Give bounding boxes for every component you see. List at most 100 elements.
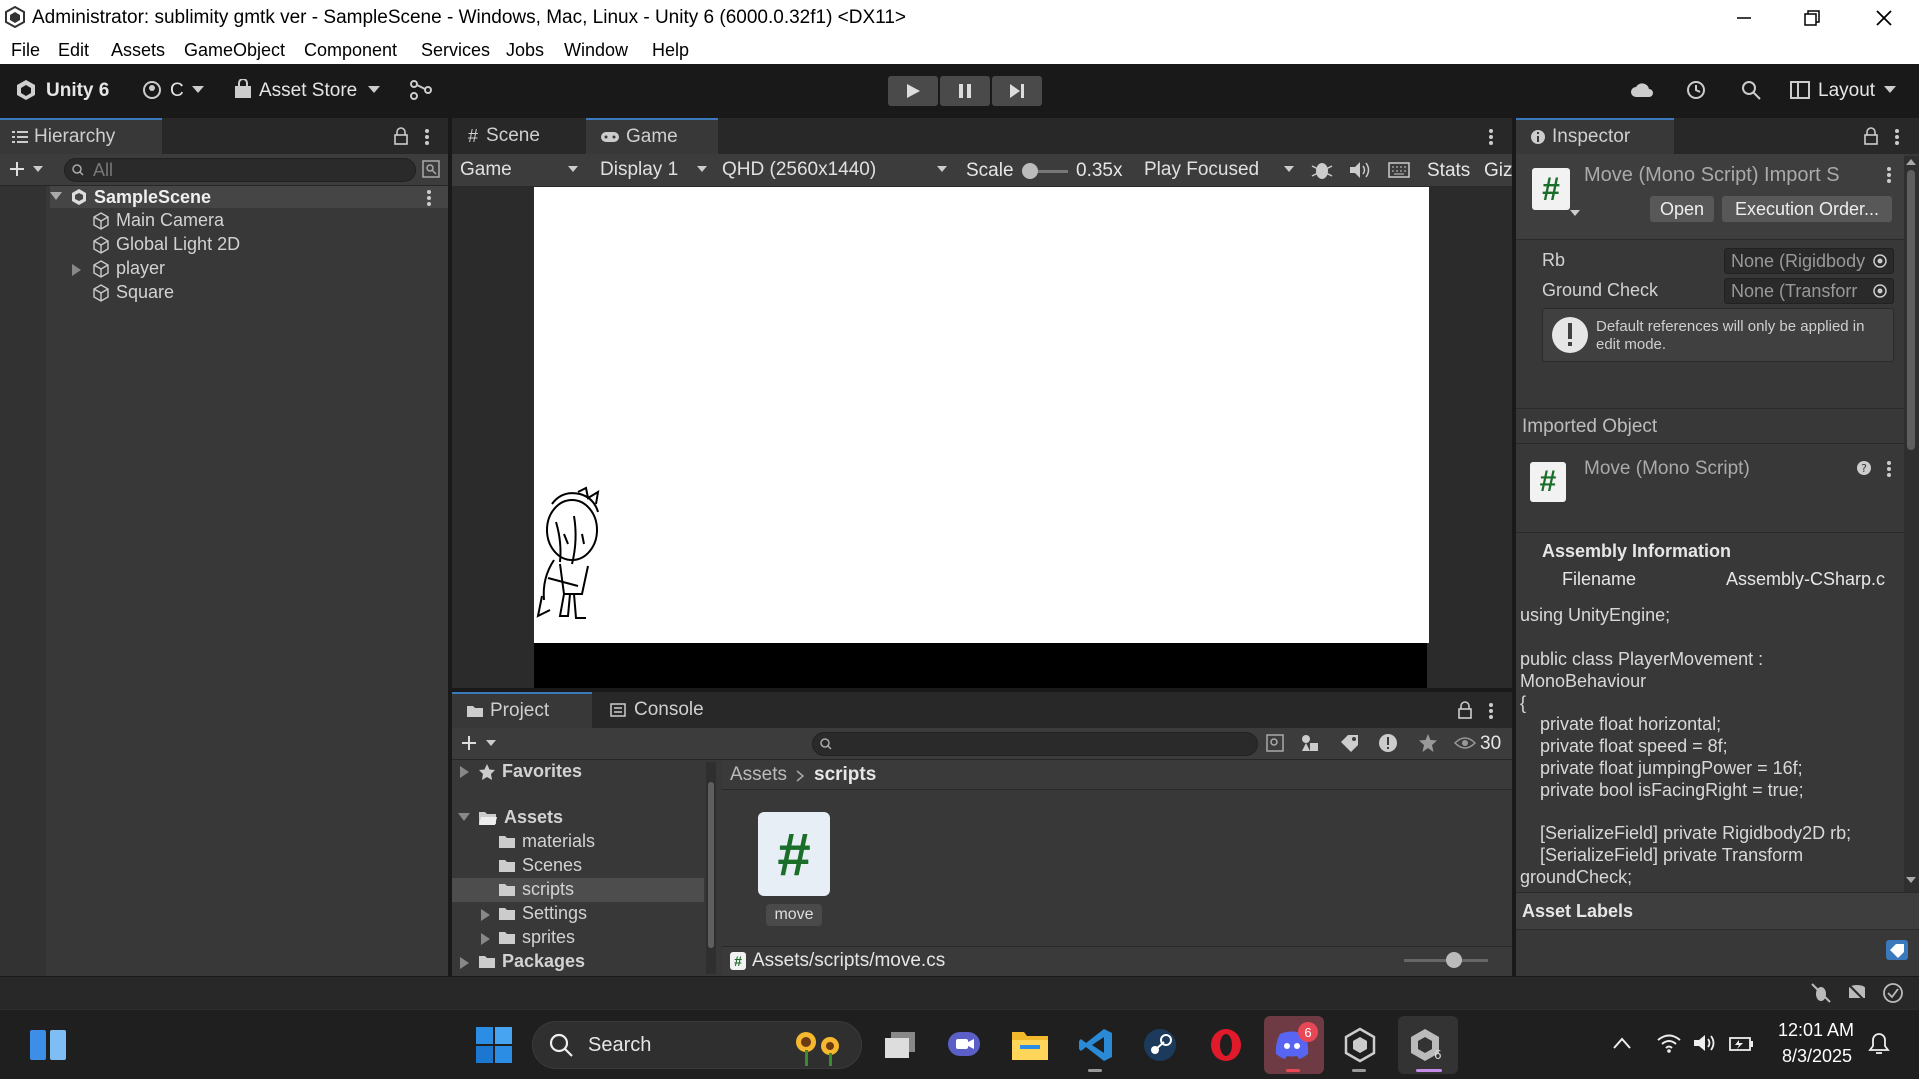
help-icon[interactable]: ? <box>1856 460 1872 476</box>
more-icon[interactable] <box>426 189 432 207</box>
close-button[interactable] <box>1856 0 1912 36</box>
project-search-input[interactable] <box>812 732 1258 756</box>
script-file-label[interactable]: move <box>766 904 822 926</box>
search-scope-icon[interactable] <box>422 160 440 178</box>
chevron-right-icon[interactable] <box>481 933 490 945</box>
lock-icon[interactable] <box>1458 701 1472 719</box>
assets-folder[interactable]: Assets <box>478 807 563 828</box>
battery-charging-icon[interactable] <box>1728 1032 1756 1054</box>
hierarchy-item-player[interactable]: player <box>92 258 165 279</box>
breadcrumb-assets[interactable]: Assets <box>730 764 787 786</box>
volume-icon[interactable] <box>1692 1032 1718 1054</box>
lock-icon[interactable] <box>394 127 408 145</box>
gizmos-button[interactable]: Giz <box>1484 160 1513 182</box>
chevron-up-icon[interactable] <box>1612 1036 1632 1050</box>
scale-slider-thumb[interactable] <box>1022 163 1038 179</box>
packages-folder[interactable]: Packages <box>478 951 585 972</box>
account-label[interactable]: C <box>170 80 184 102</box>
audio-icon[interactable] <box>1348 160 1370 180</box>
search-scope-icon[interactable] <box>1266 734 1284 752</box>
keyboard-icon[interactable] <box>1388 161 1410 179</box>
stats-button[interactable]: Stats <box>1427 160 1470 182</box>
clock-date[interactable]: 8/3/2025 <box>1782 1046 1852 1067</box>
warning-filter-icon[interactable] <box>1378 733 1398 753</box>
teams-button[interactable] <box>942 1023 986 1067</box>
object-picker-icon[interactable] <box>1872 283 1888 299</box>
version-control-icon[interactable] <box>410 80 432 100</box>
opera-button[interactable] <box>1204 1023 1248 1067</box>
script-file-icon[interactable]: # <box>758 812 830 896</box>
display-dropdown[interactable]: Display 1 <box>594 156 710 184</box>
execution-order-button[interactable]: Execution Order... <box>1722 196 1892 222</box>
menu-gameobject[interactable]: GameObject <box>184 40 285 61</box>
open-button[interactable]: Open <box>1650 196 1714 222</box>
search-icon[interactable] <box>1740 79 1762 101</box>
unity-hub-button[interactable] <box>1338 1023 1382 1067</box>
asset-store-button[interactable]: Asset Store <box>259 80 357 102</box>
icon-size-slider-thumb[interactable] <box>1446 952 1462 968</box>
tab-scene[interactable]: # Scene <box>456 118 584 154</box>
clock-time[interactable]: 12:01 AM <box>1778 1020 1854 1041</box>
scroll-down-icon[interactable] <box>1906 876 1916 884</box>
object-picker-icon[interactable] <box>1872 253 1888 269</box>
hierarchy-item-main-camera[interactable]: Main Camera <box>92 210 224 231</box>
label-tag-icon[interactable] <box>1340 734 1360 752</box>
bug-icon[interactable] <box>1310 158 1334 182</box>
game-mode-dropdown[interactable]: Game <box>454 156 586 184</box>
step-button[interactable] <box>992 76 1042 106</box>
unity-version-label[interactable]: Unity 6 <box>46 80 109 102</box>
notification-bell-icon[interactable] <box>1868 1032 1890 1056</box>
unity-editor-button[interactable]: 6 <box>1404 1023 1448 1067</box>
history-icon[interactable] <box>1685 79 1707 101</box>
scrollbar-thumb[interactable] <box>708 782 714 948</box>
start-button[interactable] <box>472 1023 516 1067</box>
menu-services[interactable]: Services <box>421 40 490 61</box>
restore-button[interactable] <box>1784 0 1840 36</box>
breadcrumb-scripts[interactable]: scripts <box>814 764 876 786</box>
filter-by-type-icon[interactable] <box>1300 733 1320 753</box>
resolution-dropdown[interactable]: QHD (2560x1440) <box>716 156 954 184</box>
tab-project[interactable]: Project <box>452 692 592 728</box>
wifi-icon[interactable] <box>1656 1032 1682 1054</box>
folder-settings[interactable]: Settings <box>498 903 587 924</box>
folder-sprites[interactable]: sprites <box>498 927 575 948</box>
more-icon[interactable] <box>1886 166 1892 184</box>
play-button[interactable] <box>888 76 938 106</box>
more-icon[interactable] <box>1894 128 1900 146</box>
folder-scenes[interactable]: Scenes <box>498 855 582 876</box>
more-icon[interactable] <box>1886 460 1892 478</box>
menu-window[interactable]: Window <box>564 40 628 61</box>
account-icon[interactable] <box>142 80 162 100</box>
rb-field[interactable]: None (Rigidbody <box>1724 248 1894 274</box>
star-icon[interactable] <box>1418 733 1438 753</box>
menu-component[interactable]: Component <box>304 40 397 61</box>
chevron-right-icon[interactable] <box>460 957 469 969</box>
tab-hierarchy[interactable]: Hierarchy <box>0 118 162 154</box>
chevron-down-icon[interactable] <box>458 813 470 823</box>
lock-icon[interactable] <box>1864 127 1878 145</box>
scroll-up-icon[interactable] <box>1906 158 1916 166</box>
check-circle-icon[interactable] <box>1882 982 1904 1004</box>
vscode-button[interactable] <box>1074 1023 1118 1067</box>
scrollbar-thumb[interactable] <box>1907 170 1915 450</box>
hierarchy-item-square[interactable]: Square <box>92 282 174 303</box>
play-mode-dropdown[interactable]: Play Focused <box>1138 156 1300 184</box>
minimize-button[interactable] <box>1716 0 1772 36</box>
folder-scripts[interactable]: scripts <box>498 879 574 900</box>
tab-game[interactable]: Game <box>586 118 718 154</box>
cache-server-icon[interactable] <box>1846 982 1868 1004</box>
folder-materials[interactable]: materials <box>498 831 595 852</box>
menu-help[interactable]: Help <box>652 40 689 61</box>
add-icon[interactable] <box>8 160 26 178</box>
chevron-right-icon[interactable] <box>72 264 81 276</box>
widgets-icon[interactable] <box>28 1028 68 1062</box>
chevron-right-icon[interactable] <box>460 766 469 778</box>
favorites-item[interactable]: Favorites <box>478 761 582 782</box>
menu-jobs[interactable]: Jobs <box>506 40 544 61</box>
tab-console[interactable]: Console <box>596 692 736 728</box>
menu-file[interactable]: File <box>11 40 40 61</box>
chevron-right-icon[interactable] <box>481 909 490 921</box>
file-explorer-button[interactable] <box>1008 1023 1052 1067</box>
hierarchy-scene-row[interactable]: SampleScene <box>50 186 448 208</box>
hierarchy-search-input[interactable]: All <box>64 158 416 182</box>
